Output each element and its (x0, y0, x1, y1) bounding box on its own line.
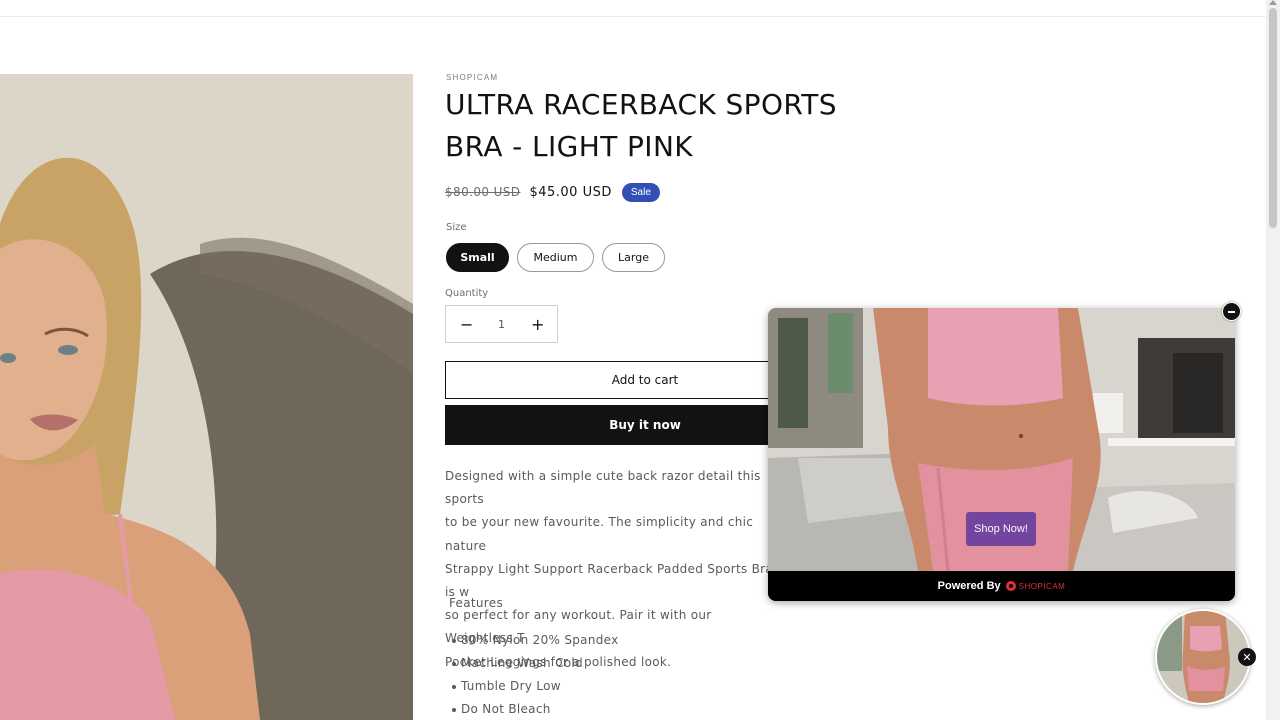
quantity-stepper: − 1 + (445, 305, 558, 343)
product-image[interactable] (0, 74, 413, 720)
feature-item: Tumble Dry Low (452, 675, 619, 698)
quantity-decrease-button[interactable]: − (460, 315, 473, 334)
product-title: ULTRA RACERBACK SPORTS BRA - LIGHT PINK (445, 88, 837, 163)
description-line: Designed with a simple cute back razor d… (445, 469, 761, 507)
price-row: $80.00 USD $45.00 USD Sale (445, 181, 660, 203)
minus-icon[interactable] (1222, 302, 1241, 321)
regular-price: $80.00 USD (445, 185, 521, 199)
size-option-small[interactable]: Small (446, 243, 509, 272)
quantity-label: Quantity (445, 288, 489, 299)
sale-price: $45.00 USD (529, 184, 612, 200)
powered-by-bar[interactable]: Powered By SHOPICAM (768, 571, 1235, 601)
powered-by-label: Powered By (937, 580, 1001, 592)
quantity-input[interactable]: 1 (498, 318, 505, 331)
brand-name: SHOPICAM (1018, 581, 1066, 591)
shopicam-logo-icon (1005, 581, 1016, 591)
sale-badge: Sale (621, 182, 660, 202)
size-option-medium[interactable]: Medium (517, 243, 594, 272)
model-photo (0, 74, 413, 720)
size-selector: Small Medium Large (446, 243, 665, 272)
features-list: 80% Nylon 20% Spandex Machine Wash Cold … (452, 629, 619, 720)
video-popup[interactable]: Shop Now! Powered By SHOPICAM (768, 308, 1235, 601)
bubble-thumbnail (1157, 611, 1249, 703)
feature-item: 80% Nylon 20% Spandex (452, 629, 619, 652)
video-bubble[interactable] (1155, 609, 1251, 705)
feature-item: Machine Wash Cold (452, 652, 619, 675)
shop-now-button[interactable]: Shop Now! (966, 512, 1036, 546)
brand-logo[interactable]: SHOPICAM (1005, 581, 1066, 591)
product-vendor: SHOPICAM (446, 73, 499, 82)
page-scrollbar[interactable] (1266, 0, 1280, 720)
quantity-increase-button[interactable]: + (531, 315, 544, 334)
size-option-large[interactable]: Large (602, 243, 665, 272)
size-label: Size (446, 222, 467, 233)
features-heading: Features (449, 596, 503, 610)
feature-item: Do Not Bleach (452, 698, 619, 720)
scrollbar-thumb[interactable] (1269, 8, 1277, 228)
close-icon[interactable]: ✕ (1238, 648, 1256, 666)
scroll-up-arrow-icon[interactable] (1269, 0, 1277, 5)
description-line: to be your new favourite. The simplicity… (445, 515, 754, 553)
header-bar (0, 0, 1266, 17)
